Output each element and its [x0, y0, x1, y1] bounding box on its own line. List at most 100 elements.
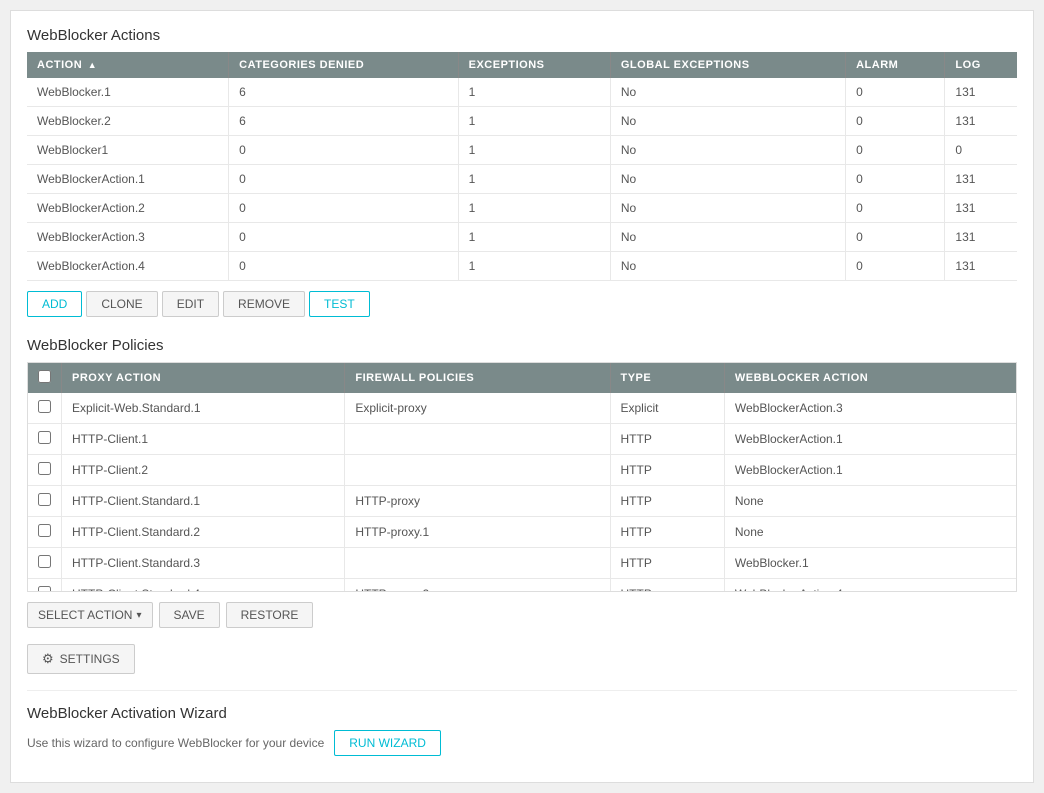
policies-col-firewall: FIREWALL POLICIES: [345, 363, 610, 393]
test-button[interactable]: TEST: [309, 291, 370, 317]
proxy-action: HTTP-Client.2: [62, 455, 345, 486]
type: HTTP: [610, 424, 724, 455]
action-name: WebBlockerAction.1: [27, 165, 229, 194]
exceptions: 1: [458, 194, 610, 223]
global-exceptions: No: [610, 165, 845, 194]
remove-button[interactable]: REMOVE: [223, 291, 305, 317]
wizard-description-row: Use this wizard to configure WebBlocker …: [27, 730, 1017, 756]
actions-section-title: WebBlocker Actions: [27, 27, 1017, 44]
page-wrapper: WebBlocker Actions ACTION ▲ CATEGORIES D…: [10, 10, 1034, 783]
action-name: WebBlocker.2: [27, 107, 229, 136]
action-name: WebBlockerAction.2: [27, 194, 229, 223]
sort-icon: ▲: [88, 60, 97, 70]
actions-col-action: ACTION ▲: [27, 52, 229, 78]
firewall-policies: HTTP-proxy.2: [345, 579, 610, 593]
policies-table: PROXY ACTION FIREWALL POLICIES TYPE WEBB…: [28, 363, 1016, 592]
type: HTTP: [610, 486, 724, 517]
log: 131: [945, 78, 1017, 107]
table-row[interactable]: HTTP-Client.1 HTTP WebBlockerAction.1: [28, 424, 1016, 455]
table-row[interactable]: WebBlockerAction.4 0 1 No 0 131: [27, 252, 1017, 281]
actions-table: ACTION ▲ CATEGORIES DENIED EXCEPTIONS GL…: [27, 52, 1017, 281]
row-checkbox[interactable]: [38, 400, 51, 413]
table-row[interactable]: Explicit-Web.Standard.1 Explicit-proxy E…: [28, 393, 1016, 424]
row-checkbox[interactable]: [38, 462, 51, 475]
exceptions: 1: [458, 223, 610, 252]
alarm: 0: [846, 107, 945, 136]
proxy-action: HTTP-Client.Standard.1: [62, 486, 345, 517]
alarm: 0: [846, 194, 945, 223]
policies-col-checkbox: [28, 363, 62, 393]
wizard-description-text: Use this wizard to configure WebBlocker …: [27, 736, 324, 750]
add-button[interactable]: ADD: [27, 291, 82, 317]
table-row[interactable]: HTTP-Client.Standard.4 HTTP-proxy.2 HTTP…: [28, 579, 1016, 593]
policies-col-type: TYPE: [610, 363, 724, 393]
categories-denied: 6: [229, 78, 458, 107]
webblocker-action: WebBlockerAction.1: [724, 455, 1016, 486]
settings-button[interactable]: SETTINGS: [27, 644, 135, 674]
table-row[interactable]: HTTP-Client.2 HTTP WebBlockerAction.1: [28, 455, 1016, 486]
clone-button[interactable]: CLONE: [86, 291, 157, 317]
categories-denied: 0: [229, 165, 458, 194]
row-checkbox-cell: [28, 579, 62, 593]
exceptions: 1: [458, 107, 610, 136]
action-name: WebBlocker.1: [27, 78, 229, 107]
run-wizard-button[interactable]: RUN WIZARD: [334, 730, 441, 756]
webblocker-action: WebBlocker.1: [724, 548, 1016, 579]
action-name: WebBlockerAction.4: [27, 252, 229, 281]
actions-col-alarm: ALARM: [846, 52, 945, 78]
table-row[interactable]: WebBlockerAction.3 0 1 No 0 131: [27, 223, 1017, 252]
table-row[interactable]: HTTP-Client.Standard.2 HTTP-proxy.1 HTTP…: [28, 517, 1016, 548]
row-checkbox-cell: [28, 424, 62, 455]
row-checkbox[interactable]: [38, 431, 51, 444]
wizard-title: WebBlocker Activation Wizard: [27, 705, 1017, 722]
proxy-action: HTTP-Client.Standard.3: [62, 548, 345, 579]
webblocker-action: None: [724, 486, 1016, 517]
bottom-buttons-group: SELECT ACTION SAVE RESTORE: [27, 602, 1017, 628]
table-row[interactable]: WebBlocker.2 6 1 No 0 131: [27, 107, 1017, 136]
row-checkbox[interactable]: [38, 493, 51, 506]
type: HTTP: [610, 579, 724, 593]
select-action-button[interactable]: SELECT ACTION: [27, 602, 153, 628]
categories-denied: 0: [229, 194, 458, 223]
restore-button[interactable]: RESTORE: [226, 602, 314, 628]
firewall-policies: HTTP-proxy.1: [345, 517, 610, 548]
row-checkbox-cell: [28, 486, 62, 517]
alarm: 0: [846, 223, 945, 252]
exceptions: 1: [458, 252, 610, 281]
type: HTTP: [610, 517, 724, 548]
table-row[interactable]: WebBlocker1 0 1 No 0 0: [27, 136, 1017, 165]
settings-section: SETTINGS: [27, 644, 1017, 674]
select-all-checkbox[interactable]: [38, 370, 51, 383]
exceptions: 1: [458, 136, 610, 165]
row-checkbox[interactable]: [38, 586, 51, 592]
table-row[interactable]: WebBlocker.1 6 1 No 0 131: [27, 78, 1017, 107]
type: HTTP: [610, 548, 724, 579]
log: 131: [945, 165, 1017, 194]
proxy-action: HTTP-Client.1: [62, 424, 345, 455]
alarm: 0: [846, 165, 945, 194]
global-exceptions: No: [610, 136, 845, 165]
row-checkbox[interactable]: [38, 524, 51, 537]
alarm: 0: [846, 136, 945, 165]
action-name: WebBlocker1: [27, 136, 229, 165]
categories-denied: 0: [229, 223, 458, 252]
global-exceptions: No: [610, 107, 845, 136]
table-row[interactable]: WebBlockerAction.2 0 1 No 0 131: [27, 194, 1017, 223]
table-row[interactable]: HTTP-Client.Standard.1 HTTP-proxy HTTP N…: [28, 486, 1016, 517]
row-checkbox-cell: [28, 548, 62, 579]
policies-table-container: PROXY ACTION FIREWALL POLICIES TYPE WEBB…: [27, 362, 1017, 592]
log: 131: [945, 107, 1017, 136]
actions-col-categories: CATEGORIES DENIED: [229, 52, 458, 78]
firewall-policies: [345, 455, 610, 486]
table-row[interactable]: HTTP-Client.Standard.3 HTTP WebBlocker.1: [28, 548, 1016, 579]
firewall-policies: [345, 424, 610, 455]
global-exceptions: No: [610, 252, 845, 281]
exceptions: 1: [458, 78, 610, 107]
save-button[interactable]: SAVE: [159, 602, 220, 628]
global-exceptions: No: [610, 78, 845, 107]
action-name: WebBlockerAction.3: [27, 223, 229, 252]
row-checkbox[interactable]: [38, 555, 51, 568]
log: 131: [945, 252, 1017, 281]
edit-button[interactable]: EDIT: [162, 291, 219, 317]
table-row[interactable]: WebBlockerAction.1 0 1 No 0 131: [27, 165, 1017, 194]
